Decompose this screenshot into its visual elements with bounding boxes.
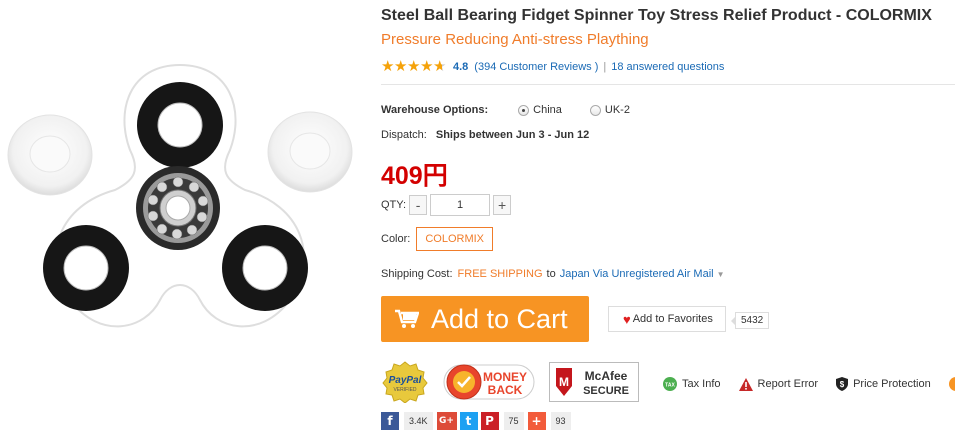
svg-text:MONEY: MONEY (483, 370, 527, 384)
color-option-colormix[interactable]: COLORMIX (416, 227, 494, 251)
radio-selected-icon (518, 104, 530, 116)
tax-icon: TAX (663, 377, 677, 391)
rating-score: 4.8 (453, 61, 469, 73)
heart-icon: ♥ (623, 311, 631, 327)
star-icon: ★ (381, 58, 395, 75)
share-count: 93 (550, 412, 571, 430)
favorites-label: Add to Favorites (632, 313, 713, 325)
svg-text:PayPal: PayPal (389, 375, 422, 386)
share-plus-button[interactable]: + (527, 412, 546, 430)
rating-row: ★ ★ ★ ★ ★ 4.8 (394 Customer Reviews ) | … (381, 58, 724, 76)
warning-icon (738, 377, 753, 391)
svg-text:SECURE: SECURE (583, 385, 629, 397)
dispatch-label: Dispatch: (381, 129, 427, 141)
dispatch-value: Ships between Jun 3 - Jun 12 (435, 129, 590, 141)
star-icon: ★ (394, 58, 408, 75)
trust-badges: PayPal VERIFIED MONEY BACK M McAfee SECU… (381, 360, 653, 408)
social-share-bar: f 3.4K G+ t P 75 + 93 (381, 411, 575, 431)
questions-link[interactable]: 18 answered questions (611, 61, 724, 73)
pinterest-share-count: 75 (503, 412, 524, 430)
paypal-verified-badge: PayPal VERIFIED (381, 360, 429, 408)
google-plus-share-button[interactable]: G+ (436, 412, 457, 430)
svg-text:M: M (559, 375, 569, 389)
svg-text:BACK: BACK (488, 383, 523, 397)
add-to-favorites-button[interactable]: ♥ Add to Favorites (608, 306, 726, 332)
svg-text:VERIFIED: VERIFIED (393, 387, 416, 393)
star-icon: ★ (407, 58, 421, 75)
star-icon: ★ (420, 58, 434, 75)
report-error-label: Report Error (757, 378, 819, 390)
free-shipping-text: FREE SHIPPING (457, 268, 543, 280)
mcafee-secure-badge: M McAfee SECURE (549, 361, 639, 407)
quantity-stepper: - 1 + (409, 194, 512, 216)
favorites-count: 5432 (730, 312, 770, 329)
warehouse-option-label: UK-2 (604, 104, 630, 116)
add-to-cart-label: Add to Cart (431, 303, 568, 334)
add-to-cart-button[interactable]: Add to Cart (381, 296, 589, 342)
rating-stars: ★ ★ ★ ★ ★ (381, 58, 447, 75)
money-back-badge: MONEY BACK (443, 361, 535, 408)
warehouse-option-label: China (533, 104, 562, 116)
chevron-down-icon[interactable]: ▼ (717, 270, 725, 279)
divider (381, 84, 955, 85)
tax-info-link[interactable]: TAX Tax Info (663, 377, 721, 391)
warehouse-label: Warehouse Options: (381, 104, 489, 116)
shield-dollar-icon: $ (836, 377, 849, 391)
rating-separator: | (603, 61, 607, 73)
product-image (0, 40, 360, 380)
svg-text:McAfee: McAfee (585, 369, 628, 383)
facebook-share-button[interactable]: f (381, 412, 399, 430)
qty-plus-button[interactable]: + (493, 195, 512, 215)
cart-icon (395, 309, 419, 328)
warehouse-option-china[interactable]: China (518, 104, 562, 116)
qty-row: QTY: - 1 + (381, 194, 512, 216)
qty-minus-button[interactable]: - (409, 195, 428, 215)
reviews-link[interactable]: (394 Customer Reviews ) (474, 61, 598, 73)
twitter-share-button[interactable]: t (459, 412, 478, 430)
svg-text:$: $ (840, 380, 845, 389)
pinterest-share-button[interactable]: P (480, 412, 499, 430)
shipping-method-dropdown[interactable]: Japan Via Unregistered Air Mail (560, 268, 714, 280)
more-info-icon[interactable] (948, 377, 955, 391)
info-links: TAX Tax Info Report Error $ Price Protec… (663, 377, 955, 391)
dispatch-row: Dispatch: Ships between Jun 3 - Jun 12 (381, 129, 589, 141)
price-protection-link[interactable]: $ Price Protection (836, 377, 931, 391)
radio-icon (589, 104, 601, 116)
qty-label: QTY: (381, 199, 407, 211)
shipping-to-text: to (546, 268, 556, 280)
product-subtitle: Pressure Reducing Anti-stress Plaything (381, 31, 649, 48)
qty-input[interactable]: 1 (430, 194, 491, 216)
price-protection-label: Price Protection (853, 378, 931, 390)
tax-info-label: Tax Info (682, 378, 721, 390)
shipping-label: Shipping Cost: (381, 268, 453, 280)
warehouse-row: Warehouse Options: China UK-2 (381, 104, 630, 116)
svg-text:TAX: TAX (665, 383, 675, 389)
product-title: Steel Ball Bearing Fidget Spinner Toy St… (381, 7, 932, 24)
half-star-icon: ★ (433, 58, 447, 75)
color-row: Color: COLORMIX (381, 227, 494, 251)
warehouse-option-uk2[interactable]: UK-2 (589, 104, 630, 116)
price: 409円 (381, 162, 448, 190)
shipping-row: Shipping Cost: FREE SHIPPING to Japan Vi… (381, 268, 725, 280)
report-error-link[interactable]: Report Error (738, 377, 819, 391)
facebook-share-count: 3.4K (404, 412, 433, 430)
color-label: Color: (381, 233, 411, 245)
